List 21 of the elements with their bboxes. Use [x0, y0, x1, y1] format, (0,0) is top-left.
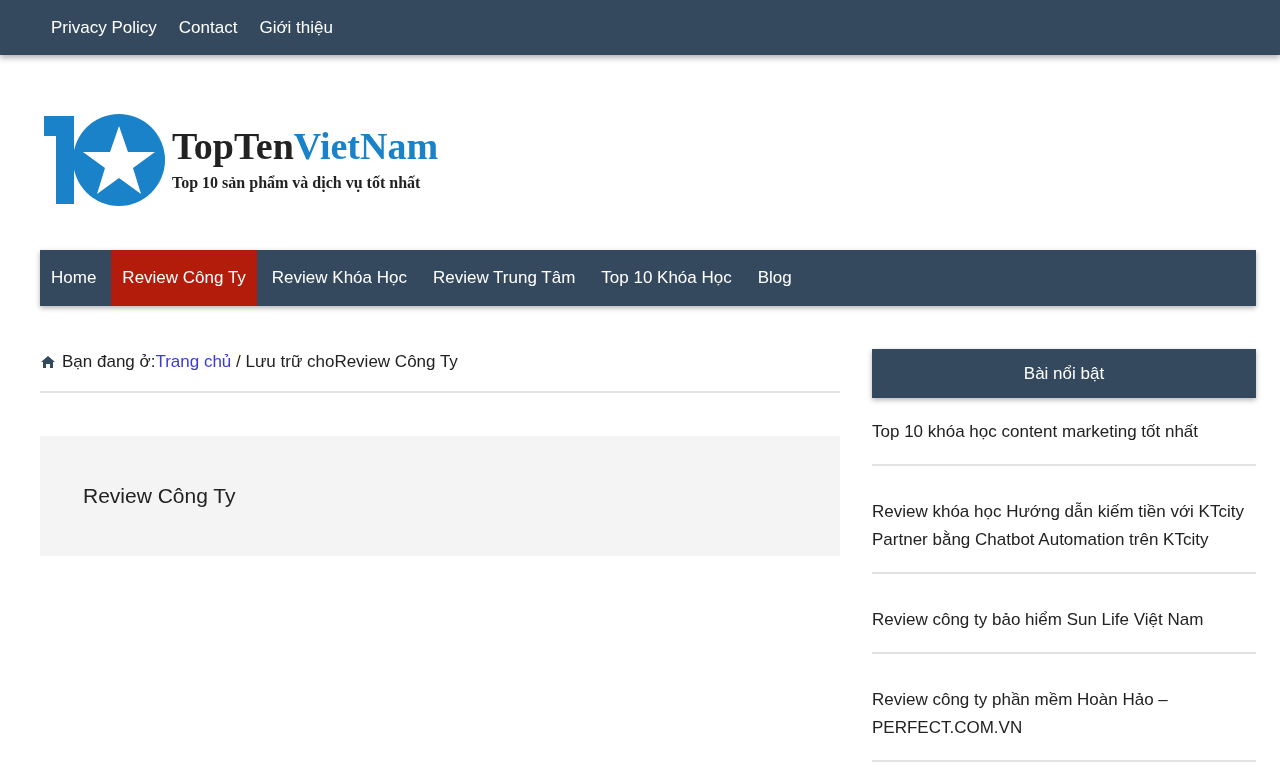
top-menu-link[interactable]: Contact [167, 6, 249, 49]
nav-tab[interactable]: Review Khóa Học [260, 250, 418, 306]
nav-tab[interactable]: Home [40, 250, 108, 306]
archive-title: Review Công Ty [83, 482, 236, 509]
sidebar-post-link[interactable]: Review công ty phần mềm Hoàn Hảo – PERFECT.COM.VN [872, 686, 1256, 742]
nav-tab[interactable]: Review Trung Tâm [421, 250, 587, 306]
sidebar-post-link[interactable]: Review công ty bảo hiểm Sun Life Việt Nam [872, 606, 1256, 634]
site-tagline: Top 10 sản phẩm và dịch vụ tốt nhất [172, 175, 422, 191]
top-menu-link[interactable]: Privacy Policy [40, 6, 168, 49]
nav-tab[interactable]: Blog [746, 250, 803, 306]
nav-tab[interactable]: Review Công Ty [111, 250, 257, 306]
sidebar-post-link[interactable]: Top 10 khóa học content marketing tốt nhất [872, 418, 1256, 446]
top-menu-link[interactable]: Giới thiệu [248, 6, 344, 49]
breadcrumb-link[interactable]: Trang chủ [155, 349, 232, 375]
breadcrumb-text: / Lưu trữ choReview Công Ty [235, 351, 458, 373]
nav-tab[interactable]: Top 10 Khóa Học [590, 250, 743, 306]
breadcrumb-text: Bạn đang ở: [62, 351, 156, 373]
site-title[interactable]: TopTenVietNam [172, 127, 439, 165]
sidebar-heading: Bài nổi bật [872, 349, 1256, 398]
home-icon [40, 354, 56, 369]
sidebar-post-link[interactable]: Review khóa học Hướng dẫn kiếm tiền với KTcity Partner bằng Chatbot Automation trên KTcity [872, 498, 1256, 554]
